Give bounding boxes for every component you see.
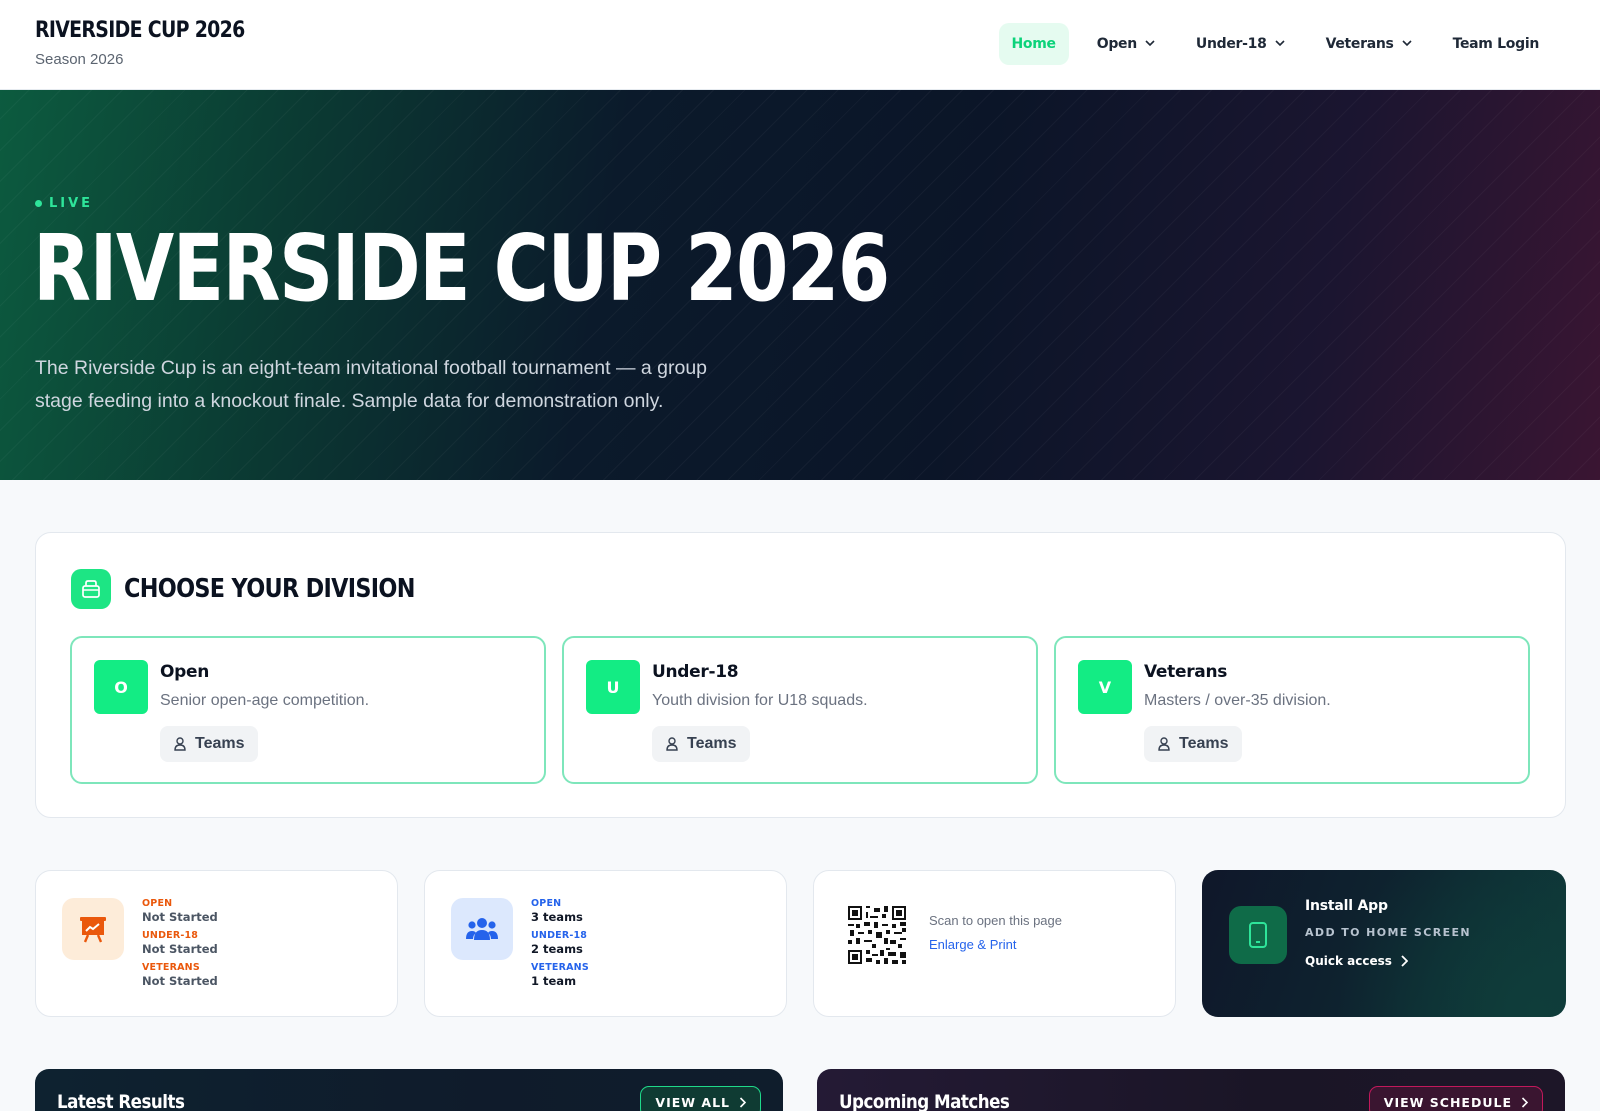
division-name: Open bbox=[160, 662, 210, 682]
quick-access-link[interactable]: Quick access bbox=[1305, 954, 1408, 968]
install-app-card[interactable]: Install App ADD TO HOME SCREEN Quick acc… bbox=[1202, 870, 1566, 1017]
division-panel: CHOOSE YOUR DIVISION O Open Senior open-… bbox=[35, 532, 1566, 818]
nav-under-18-label: Under-18 bbox=[1195, 36, 1267, 52]
division-icon bbox=[71, 569, 111, 609]
teams-button-label: Teams bbox=[195, 735, 245, 752]
nav-home[interactable]: Home bbox=[998, 23, 1069, 65]
live-indicator: LIVE bbox=[35, 196, 93, 211]
upcoming-matches-header: Upcoming Matches VIEW SCHEDULE bbox=[817, 1069, 1565, 1111]
users-group-icon bbox=[451, 898, 513, 960]
live-dot-icon bbox=[35, 200, 42, 207]
brand[interactable]: RIVERSIDE CUP 2026 Season 2026 bbox=[35, 18, 279, 68]
latest-results-title: Latest Results bbox=[57, 1091, 185, 1111]
user-icon bbox=[1158, 737, 1170, 751]
nav-team-login-label: Team Login bbox=[1452, 36, 1540, 52]
brand-subtitle: Season 2026 bbox=[35, 51, 124, 68]
user-icon bbox=[666, 737, 678, 751]
teams-count-card[interactable]: OPEN 3 teams UNDER-18 2 teams VETERANS 1… bbox=[424, 870, 787, 1017]
view-schedule-button[interactable]: VIEW SCHEDULE bbox=[1368, 1086, 1543, 1111]
division-cards: O Open Senior open-age competition. Team… bbox=[70, 636, 1530, 784]
division-badge: V bbox=[1078, 660, 1132, 714]
division-card-open[interactable]: O Open Senior open-age competition. Team… bbox=[70, 636, 546, 784]
division-card-under-18[interactable]: U Under-18 Youth division for U18 squads… bbox=[562, 636, 1038, 784]
chevron-right-icon bbox=[739, 1096, 746, 1108]
brand-title: RIVERSIDE CUP 2026 bbox=[35, 18, 245, 43]
division-card-veterans[interactable]: V Veterans Masters / over-35 division. T… bbox=[1054, 636, 1530, 784]
quick-access-label: Quick access bbox=[1305, 954, 1392, 968]
division-badge: U bbox=[586, 660, 640, 714]
nav-team-login[interactable]: Team Login bbox=[1440, 23, 1552, 65]
user-icon bbox=[174, 737, 186, 751]
qr-code-icon[interactable] bbox=[848, 906, 906, 964]
nav-open[interactable]: Open bbox=[1084, 23, 1168, 65]
chevron-down-icon bbox=[1274, 40, 1285, 47]
status-value: Not Started bbox=[142, 942, 218, 956]
status-label: UNDER-18 bbox=[142, 930, 199, 941]
teams-count-value: 2 teams bbox=[531, 942, 583, 956]
live-label: LIVE bbox=[49, 196, 94, 211]
nav-veterans-label: Veterans bbox=[1325, 36, 1394, 52]
hero-description: The Riverside Cup is an eight-team invit… bbox=[35, 357, 708, 412]
hero-banner: LIVE RIVERSIDE CUP 2026 The Riverside Cu… bbox=[0, 90, 1600, 480]
phone-icon bbox=[1229, 906, 1287, 964]
main-nav: Home Open Under-18 Veterans Team Login bbox=[984, 23, 1553, 65]
install-title: Install App bbox=[1305, 898, 1388, 914]
teams-button-open[interactable]: Teams bbox=[160, 726, 258, 762]
status-list: OPEN Not Started UNDER-18 Not Started VE… bbox=[142, 898, 218, 994]
view-schedule-label: VIEW SCHEDULE bbox=[1383, 1094, 1512, 1110]
teams-count-label: UNDER-18 bbox=[531, 930, 588, 941]
teams-count-label: VETERANS bbox=[531, 962, 589, 973]
chevron-down-icon bbox=[1402, 40, 1412, 47]
division-description: Masters / over-35 division. bbox=[1144, 692, 1331, 709]
view-all-label: VIEW ALL bbox=[655, 1094, 730, 1110]
enlarge-print-link[interactable]: Enlarge & Print bbox=[929, 937, 1062, 952]
install-subtitle: ADD TO HOME SCREEN bbox=[1305, 926, 1472, 939]
nav-veterans[interactable]: Veterans bbox=[1313, 23, 1425, 65]
qr-hint: Scan to open this page bbox=[929, 913, 1062, 928]
view-all-button[interactable]: VIEW ALL bbox=[640, 1086, 761, 1111]
teams-button-veterans[interactable]: Teams bbox=[1144, 726, 1242, 762]
teams-count-label: OPEN bbox=[531, 898, 562, 909]
division-description: Senior open-age competition. bbox=[160, 692, 370, 709]
division-name: Under-18 bbox=[652, 662, 739, 682]
division-heading: CHOOSE YOUR DIVISION bbox=[71, 569, 462, 609]
chevron-right-icon bbox=[1401, 955, 1408, 967]
division-badge: O bbox=[94, 660, 148, 714]
site-header: RIVERSIDE CUP 2026 Season 2026 Home Open… bbox=[0, 0, 1600, 90]
qr-card: Scan to open this page Enlarge & Print bbox=[813, 870, 1176, 1017]
teams-button-under-18[interactable]: Teams bbox=[652, 726, 750, 762]
upcoming-matches-title: Upcoming Matches bbox=[839, 1091, 1010, 1111]
nav-under-18[interactable]: Under-18 bbox=[1183, 23, 1298, 65]
chevron-down-icon bbox=[1145, 40, 1155, 47]
nav-open-label: Open bbox=[1096, 36, 1137, 52]
status-value: Not Started bbox=[142, 974, 218, 988]
qr-text: Scan to open this page Enlarge & Print bbox=[929, 913, 1062, 952]
status-label: VETERANS bbox=[142, 962, 200, 973]
latest-results-header: Latest Results VIEW ALL bbox=[35, 1069, 783, 1111]
teams-button-label: Teams bbox=[687, 735, 737, 752]
status-value: Not Started bbox=[142, 910, 218, 924]
chevron-right-icon bbox=[1521, 1096, 1528, 1108]
nav-home-label: Home bbox=[1011, 36, 1057, 52]
teams-button-label: Teams bbox=[1179, 735, 1229, 752]
division-title: CHOOSE YOUR DIVISION bbox=[124, 574, 415, 604]
hero-title: RIVERSIDE CUP 2026 bbox=[33, 215, 890, 322]
division-name: Veterans bbox=[1144, 662, 1228, 682]
division-description: Youth division for U18 squads. bbox=[652, 692, 868, 709]
teams-count-value: 3 teams bbox=[531, 910, 583, 924]
teams-count-value: 1 team bbox=[531, 974, 577, 988]
status-card[interactable]: OPEN Not Started UNDER-18 Not Started VE… bbox=[35, 870, 398, 1017]
teams-count-list: OPEN 3 teams UNDER-18 2 teams VETERANS 1… bbox=[531, 898, 589, 994]
presentation-chart-icon bbox=[62, 898, 124, 960]
status-label: OPEN bbox=[142, 898, 173, 909]
